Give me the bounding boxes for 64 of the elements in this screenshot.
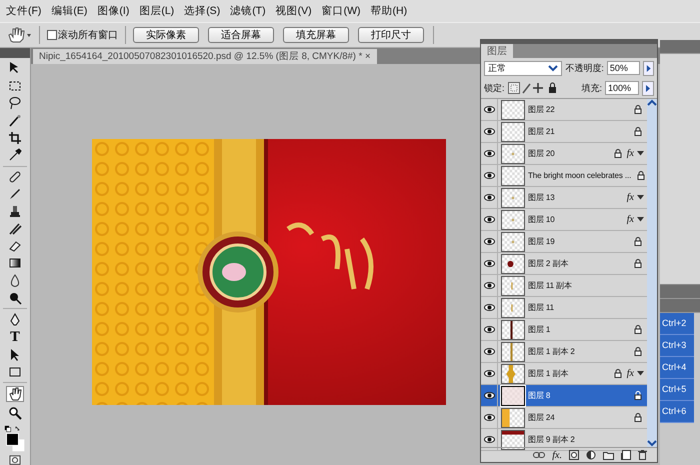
- view-button[interactable]: 适合屏幕: [208, 27, 274, 43]
- layer-row[interactable]: 图层 1: [481, 319, 647, 341]
- layer-row[interactable]: 图层 11: [481, 297, 647, 319]
- layer-row[interactable]: 图层 1 副本 2: [481, 341, 647, 363]
- action-shortcut[interactable]: Ctrl+2: [660, 313, 694, 335]
- action-shortcut[interactable]: Ctrl+5: [660, 379, 694, 401]
- layer-name: 图层 22: [528, 104, 555, 115]
- menu-item[interactable]: 选择(S): [184, 4, 220, 18]
- checkbox-label: 滚动所有窗口: [58, 28, 118, 42]
- layer-name: 图层 9 副本 2: [528, 434, 575, 445]
- menu-item[interactable]: 编辑(E): [51, 4, 88, 18]
- view-button[interactable]: 实际像素: [133, 27, 199, 43]
- menu-item[interactable]: 窗口(W): [322, 4, 361, 18]
- view-button[interactable]: 填充屏幕: [283, 27, 349, 43]
- menu-item[interactable]: 图像(I): [97, 4, 130, 18]
- panel-tab[interactable]: 图层: [481, 44, 513, 58]
- effects-indicator[interactable]: fx: [626, 148, 634, 159]
- view-button[interactable]: 打印尺寸: [358, 27, 424, 43]
- layer-name: 图层 1 副本 2: [528, 346, 575, 357]
- layer-row[interactable]: 图层 21: [481, 121, 647, 143]
- fill-label: 填充:: [581, 82, 602, 94]
- layer-name: 图层 1 副本: [528, 368, 568, 379]
- layer-name: The bright moon celebrates ...: [528, 171, 632, 180]
- layer-name: 图层 13: [528, 192, 555, 203]
- menu-item[interactable]: 帮助(H): [370, 4, 408, 18]
- layer-row[interactable]: 图层 20 fx: [481, 143, 647, 165]
- layer-name: 图层 2 副本: [528, 258, 568, 269]
- menu-item[interactable]: 视图(V): [276, 4, 312, 18]
- menu-item[interactable]: 图层(L): [139, 4, 174, 18]
- document-tab[interactable]: Nipic_1654164_20100507082301016520.psd @ 12.5% (图层 8, CMYK/8#) * ×: [33, 49, 377, 64]
- blend-mode-dropdown[interactable]: 正常: [484, 60, 562, 76]
- layer-row[interactable]: 图层 11 副本: [481, 275, 647, 297]
- lock-label: 锁定:: [484, 82, 505, 94]
- action-shortcut[interactable]: Ctrl+4: [660, 357, 694, 379]
- add-style-button[interactable]: fx.: [552, 450, 562, 460]
- effects-indicator[interactable]: fx: [626, 214, 634, 225]
- fill-field[interactable]: 100%: [605, 81, 639, 95]
- layer-row[interactable]: 图层 24: [481, 407, 647, 429]
- layer-name: 图层 11: [528, 302, 554, 313]
- layer-name: 图层 24: [528, 412, 555, 423]
- effects-indicator[interactable]: fx: [626, 368, 634, 379]
- action-shortcut[interactable]: Ctrl+3: [660, 335, 694, 357]
- opacity-label: 不透明度:: [565, 62, 604, 74]
- layer-name: 图层 20: [528, 148, 555, 159]
- layer-row[interactable]: 图层 9 副本 2: [481, 429, 647, 451]
- layer-name: 图层 1: [528, 324, 550, 335]
- layer-name: 图层 8: [528, 390, 550, 401]
- opacity-field[interactable]: 50%: [606, 61, 640, 75]
- layer-name: 图层 21: [528, 126, 555, 137]
- effects-indicator[interactable]: fx: [626, 192, 634, 203]
- layer-row[interactable]: 图层 13 fx: [481, 187, 647, 209]
- layer-name: 图层 19: [528, 236, 555, 247]
- layer-row[interactable]: 图层 8: [481, 385, 647, 407]
- layer-name: 图层 10: [528, 214, 555, 225]
- layer-row[interactable]: 图层 19: [481, 231, 647, 253]
- layer-row[interactable]: 图层 2 副本: [481, 253, 647, 275]
- layer-name: 图层 11 副本: [528, 280, 572, 291]
- layer-row[interactable]: The bright moon celebrates ...: [481, 165, 647, 187]
- action-shortcut[interactable]: Ctrl+6: [660, 401, 694, 423]
- type-tool[interactable]: T: [6, 330, 24, 345]
- menu-item[interactable]: 文件(F): [6, 4, 42, 18]
- layer-row[interactable]: 图层 22: [481, 99, 647, 121]
- layer-row[interactable]: 图层 10 fx: [481, 209, 647, 231]
- menu-item[interactable]: 滤镜(T): [230, 4, 266, 18]
